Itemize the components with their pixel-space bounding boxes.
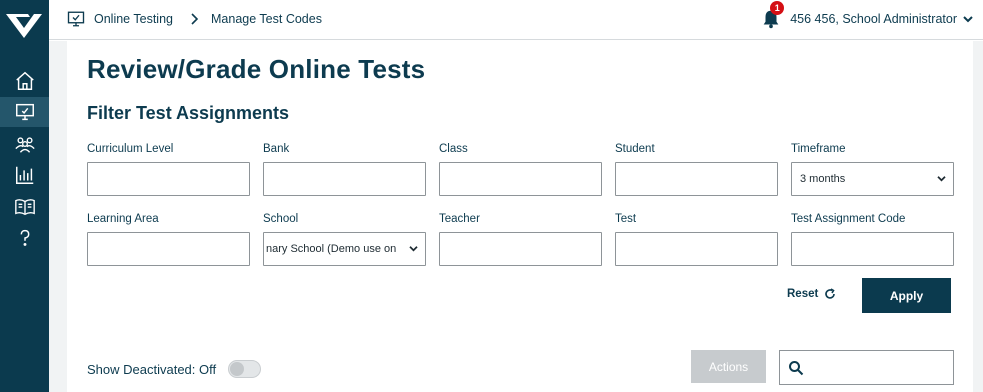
class-label: Class [439, 143, 468, 155]
teacher-field: Teacher [439, 213, 602, 266]
nav-help[interactable] [0, 223, 49, 253]
refresh-icon [825, 288, 836, 299]
test-assignment-code-input[interactable] [791, 232, 954, 266]
monitor-icon [15, 103, 34, 121]
test-field: Test [615, 213, 778, 266]
class-input[interactable] [439, 162, 602, 196]
top-bar: Online Testing Manage Test Codes 1 456 4… [49, 0, 983, 40]
section-title: Filter Test Assignments [87, 103, 290, 123]
toggle-knob [230, 362, 245, 376]
show-deactivated-label: Show Deactivated: [87, 361, 196, 377]
search-icon [789, 360, 804, 375]
content-card: Review/Grade Online Tests Filter Test As… [67, 41, 973, 392]
search-input[interactable] [779, 350, 954, 385]
chevron-down-icon[interactable] [963, 15, 973, 23]
chevron-right-icon [191, 13, 199, 25]
apply-button[interactable]: Apply [862, 278, 951, 313]
curriculum-level-field: Curriculum Level [87, 143, 250, 196]
nav-online-testing[interactable] [0, 97, 49, 127]
show-deactivated-state: Off [199, 361, 217, 377]
school-field: School nary School (Demo use on [263, 213, 426, 266]
book-icon [14, 199, 35, 216]
show-deactivated-toggle[interactable] [228, 360, 262, 378]
breadcrumb: Online Testing Manage Test Codes [67, 0, 322, 38]
test-assignment-code-field: Test Assignment Code [791, 213, 954, 266]
breadcrumb-manage-test-codes: Manage Test Codes [211, 12, 322, 26]
school-value: nary School (Demo use on [266, 243, 397, 255]
teacher-input[interactable] [439, 232, 602, 266]
nav-home[interactable] [0, 66, 49, 96]
breadcrumb-online-testing[interactable]: Online Testing [94, 12, 173, 26]
user-name[interactable]: 456 456, School Administrator [790, 12, 957, 26]
chevron-down-icon [409, 246, 418, 252]
timeframe-value: 3 months [800, 173, 846, 185]
timeframe-field: Timeframe 3 months [791, 143, 954, 196]
bank-field: Bank [263, 143, 426, 196]
user-menu[interactable]: 1 456 456, School Administrator [760, 0, 973, 38]
school-select[interactable]: nary School (Demo use on [263, 232, 426, 266]
notifications-button[interactable]: 1 [760, 1, 785, 30]
learning-area-field: Learning Area [87, 213, 250, 266]
class-field: Class [439, 143, 602, 196]
reset-label: Reset [787, 288, 819, 300]
main-area: Review/Grade Online Tests Filter Test As… [49, 41, 983, 392]
teacher-label: Teacher [439, 213, 480, 225]
show-deactivated: Show Deactivated: Off [87, 360, 262, 378]
question-icon [20, 229, 29, 246]
chevron-down-icon [937, 176, 946, 182]
learning-area-input[interactable] [87, 232, 250, 266]
actions-button[interactable]: Actions [691, 350, 766, 383]
users-icon [14, 137, 35, 153]
reset-button[interactable]: Reset [787, 288, 836, 300]
test-label: Test [615, 213, 637, 225]
timeframe-select[interactable]: 3 months [791, 162, 954, 196]
nav-reports[interactable] [0, 160, 49, 190]
student-input[interactable] [615, 162, 778, 196]
student-field: Student [615, 143, 778, 196]
sidebar [0, 0, 49, 392]
test-input[interactable] [615, 232, 778, 266]
bar-chart-icon [15, 166, 33, 184]
nav-users[interactable] [0, 129, 49, 159]
bank-input[interactable] [263, 162, 426, 196]
bank-label: Bank [263, 143, 290, 155]
learning-area-label: Learning Area [87, 213, 159, 225]
curriculum-level-label: Curriculum Level [87, 143, 174, 155]
logo-icon[interactable] [4, 8, 44, 42]
monitor-icon [67, 11, 85, 27]
curriculum-level-input[interactable] [87, 162, 250, 196]
home-icon [15, 71, 34, 90]
school-label: School [263, 213, 299, 225]
test-assignment-code-label: Test Assignment Code [791, 213, 906, 225]
nav-resources[interactable] [0, 192, 49, 222]
page-title: Review/Grade Online Tests [87, 54, 426, 84]
student-label: Student [615, 143, 655, 155]
timeframe-label: Timeframe [791, 143, 846, 155]
